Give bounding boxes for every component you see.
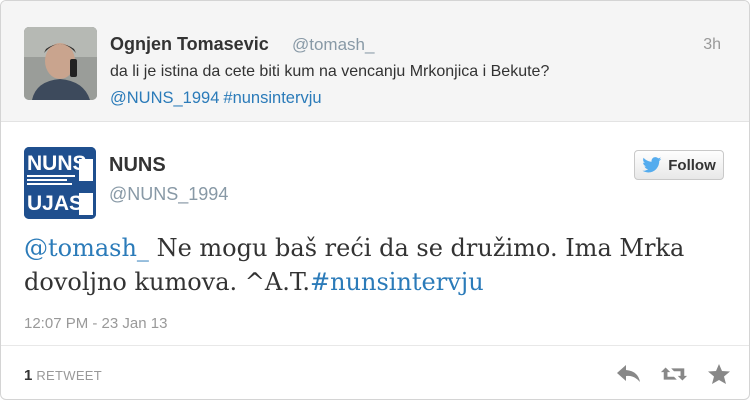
retweet-icon [660, 367, 688, 381]
retweet-label: RETWEET [36, 368, 102, 383]
tweet-actions [615, 361, 733, 387]
reply-icon [617, 365, 640, 382]
retweet-count[interactable]: 1 RETWEET [24, 367, 102, 384]
parent-timestamp[interactable]: 3h [703, 36, 721, 54]
hashtag-link[interactable]: #nunsintervju [310, 268, 484, 296]
tweet-text: @tomash_ Ne mogu baš reći da se družimo.… [24, 231, 714, 299]
parent-avatar[interactable] [24, 27, 97, 100]
parent-author-name[interactable]: Ognjen Tomasevic [110, 34, 269, 55]
favorite-icon [708, 364, 730, 384]
author-handle[interactable]: @NUNS_1994 [109, 184, 228, 205]
hashtag-link[interactable]: #nunsintervju [223, 89, 321, 107]
reply-button[interactable] [615, 361, 643, 387]
divider [1, 345, 749, 346]
nuns-avatar[interactable]: NUNS UJAS [24, 147, 96, 219]
retweet-number: 1 [24, 367, 33, 384]
follow-button[interactable]: Follow [634, 150, 724, 180]
parent-tweet[interactable]: Ognjen Tomasevic @tomash_ 3h da li je is… [1, 1, 749, 122]
follow-label: Follow [668, 156, 716, 174]
svg-text:NUNS: NUNS [27, 152, 87, 175]
parent-author-handle[interactable]: @tomash_ [292, 35, 374, 55]
svg-text:UJAS: UJAS [27, 192, 83, 215]
mention-link[interactable]: @tomash_ [24, 234, 149, 262]
tweet-card: Ognjen Tomasevic @tomash_ 3h da li je is… [0, 0, 750, 400]
user-photo-icon [24, 27, 97, 100]
mention-link[interactable]: @NUNS_1994 [110, 89, 219, 107]
nuns-logo-icon: NUNS UJAS [24, 147, 96, 219]
tweet-date[interactable]: 12:07 PM - 23 Jan 13 [24, 315, 167, 332]
favorite-button[interactable] [705, 361, 733, 387]
parent-tweet-tags: @NUNS_1994 #nunsintervju [110, 89, 326, 108]
retweet-button[interactable] [660, 361, 688, 387]
twitter-bird-icon [642, 157, 662, 173]
parent-tweet-text: da li je istina da cete biti kum na venc… [110, 63, 550, 80]
author-name[interactable]: NUNS [109, 154, 166, 177]
